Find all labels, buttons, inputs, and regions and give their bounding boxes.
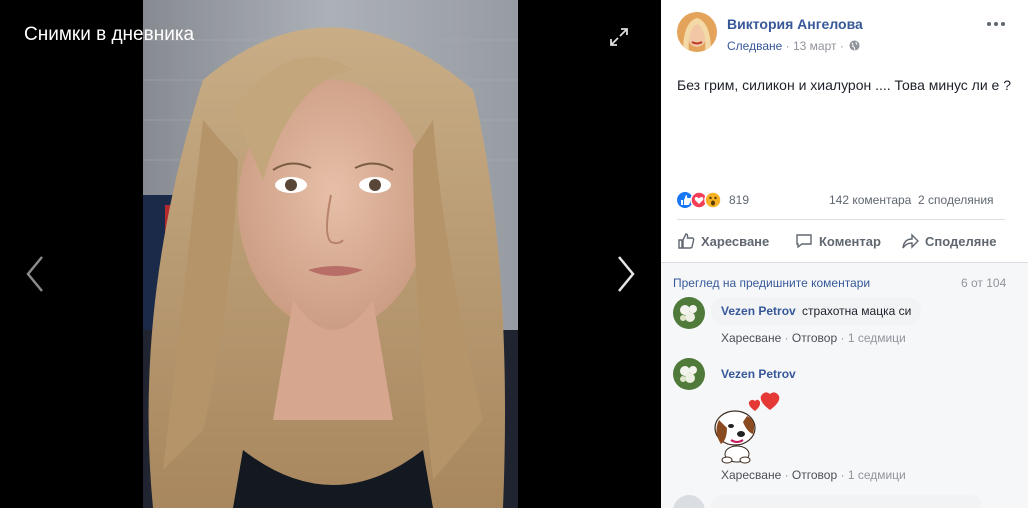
comment-button[interactable]: Коментар bbox=[795, 230, 881, 252]
comment-like-link[interactable]: Харесване bbox=[721, 331, 781, 345]
post-stats: 142 коментара 2 споделяния bbox=[829, 193, 994, 207]
post-date[interactable]: 13 март bbox=[793, 39, 837, 53]
like-button[interactable]: Харесване bbox=[677, 230, 769, 252]
commenter-avatar[interactable] bbox=[673, 358, 705, 390]
share-icon bbox=[902, 233, 919, 249]
comment-time[interactable]: 1 седмици bbox=[848, 331, 906, 345]
commenter-name[interactable]: Vezen Petrov bbox=[721, 367, 796, 381]
comment-action-separator: · bbox=[781, 331, 792, 345]
comment-icon bbox=[796, 234, 812, 249]
post-panel: Виктория Ангелова Следване · 13 март · Б… bbox=[661, 0, 1028, 508]
more-icon[interactable] bbox=[986, 20, 1006, 28]
chevron-left-icon[interactable] bbox=[22, 254, 48, 294]
like-label: Харесване bbox=[701, 233, 770, 249]
post-photo[interactable] bbox=[143, 0, 518, 508]
author-avatar[interactable] bbox=[677, 12, 717, 52]
comment-action-separator: · bbox=[837, 468, 848, 482]
comment-action-separator: · bbox=[837, 331, 848, 345]
commenter-name[interactable]: Vezen Petrov bbox=[721, 304, 796, 318]
comment-label: Коментар bbox=[819, 233, 881, 249]
comment-reply-link[interactable]: Отговор bbox=[792, 331, 837, 345]
comment-action-separator: · bbox=[781, 468, 792, 482]
view-previous-comments-link[interactable]: Преглед на предишните коментари bbox=[673, 276, 870, 290]
puppy-sticker[interactable] bbox=[709, 388, 789, 468]
meta-separator: · bbox=[782, 39, 793, 53]
comment-text: страхотна мацка си bbox=[802, 304, 912, 318]
comment-bubble bbox=[711, 495, 981, 508]
wow-reaction-icon bbox=[704, 191, 722, 209]
chevron-right-icon[interactable] bbox=[613, 254, 639, 294]
album-title[interactable]: Снимки в дневника bbox=[24, 24, 194, 46]
comments-counter: 6 от 104 bbox=[961, 276, 1007, 290]
comments-count[interactable]: 142 коментара bbox=[829, 193, 911, 207]
post-meta: Следване · 13 март · bbox=[727, 39, 860, 53]
reaction-count[interactable]: 819 bbox=[729, 193, 749, 207]
thumbs-up-icon bbox=[678, 233, 695, 249]
comment-reply-link[interactable]: Отговор bbox=[792, 468, 837, 482]
share-button[interactable]: Споделяне bbox=[901, 230, 996, 252]
photo-viewer-window: Снимки в дневника Виктория Ангелова След… bbox=[0, 0, 1028, 508]
commenter-avatar[interactable] bbox=[673, 297, 705, 329]
post-text: Без грим, силикон и хиалурон .... Това м… bbox=[677, 77, 1012, 93]
comment-bubble: Vezen Petrov страхотна мацка си bbox=[711, 297, 922, 325]
comments-section: Преглед на предишните коментари 6 от 104… bbox=[661, 262, 1028, 508]
commenter-avatar[interactable] bbox=[673, 495, 705, 508]
divider bbox=[677, 219, 1005, 220]
author-name[interactable]: Виктория Ангелова bbox=[727, 16, 863, 32]
photo-viewer: Снимки в дневника bbox=[0, 0, 661, 508]
comment-actions: Харесване · Отговор · 1 седмици bbox=[721, 331, 906, 345]
expand-icon[interactable] bbox=[608, 26, 630, 48]
comment-time[interactable]: 1 седмици bbox=[848, 468, 906, 482]
comment-like-link[interactable]: Харесване bbox=[721, 468, 781, 482]
shares-count[interactable]: 2 споделяния bbox=[918, 193, 994, 207]
share-label: Споделяне bbox=[925, 233, 997, 249]
post-actions: Харесване Коментар Споделяне bbox=[675, 230, 1010, 252]
follow-link[interactable]: Следване bbox=[727, 39, 782, 53]
globe-icon bbox=[849, 40, 860, 51]
comment-actions: Харесване · Отговор · 1 седмици bbox=[721, 468, 906, 482]
meta-separator: · bbox=[836, 39, 848, 53]
